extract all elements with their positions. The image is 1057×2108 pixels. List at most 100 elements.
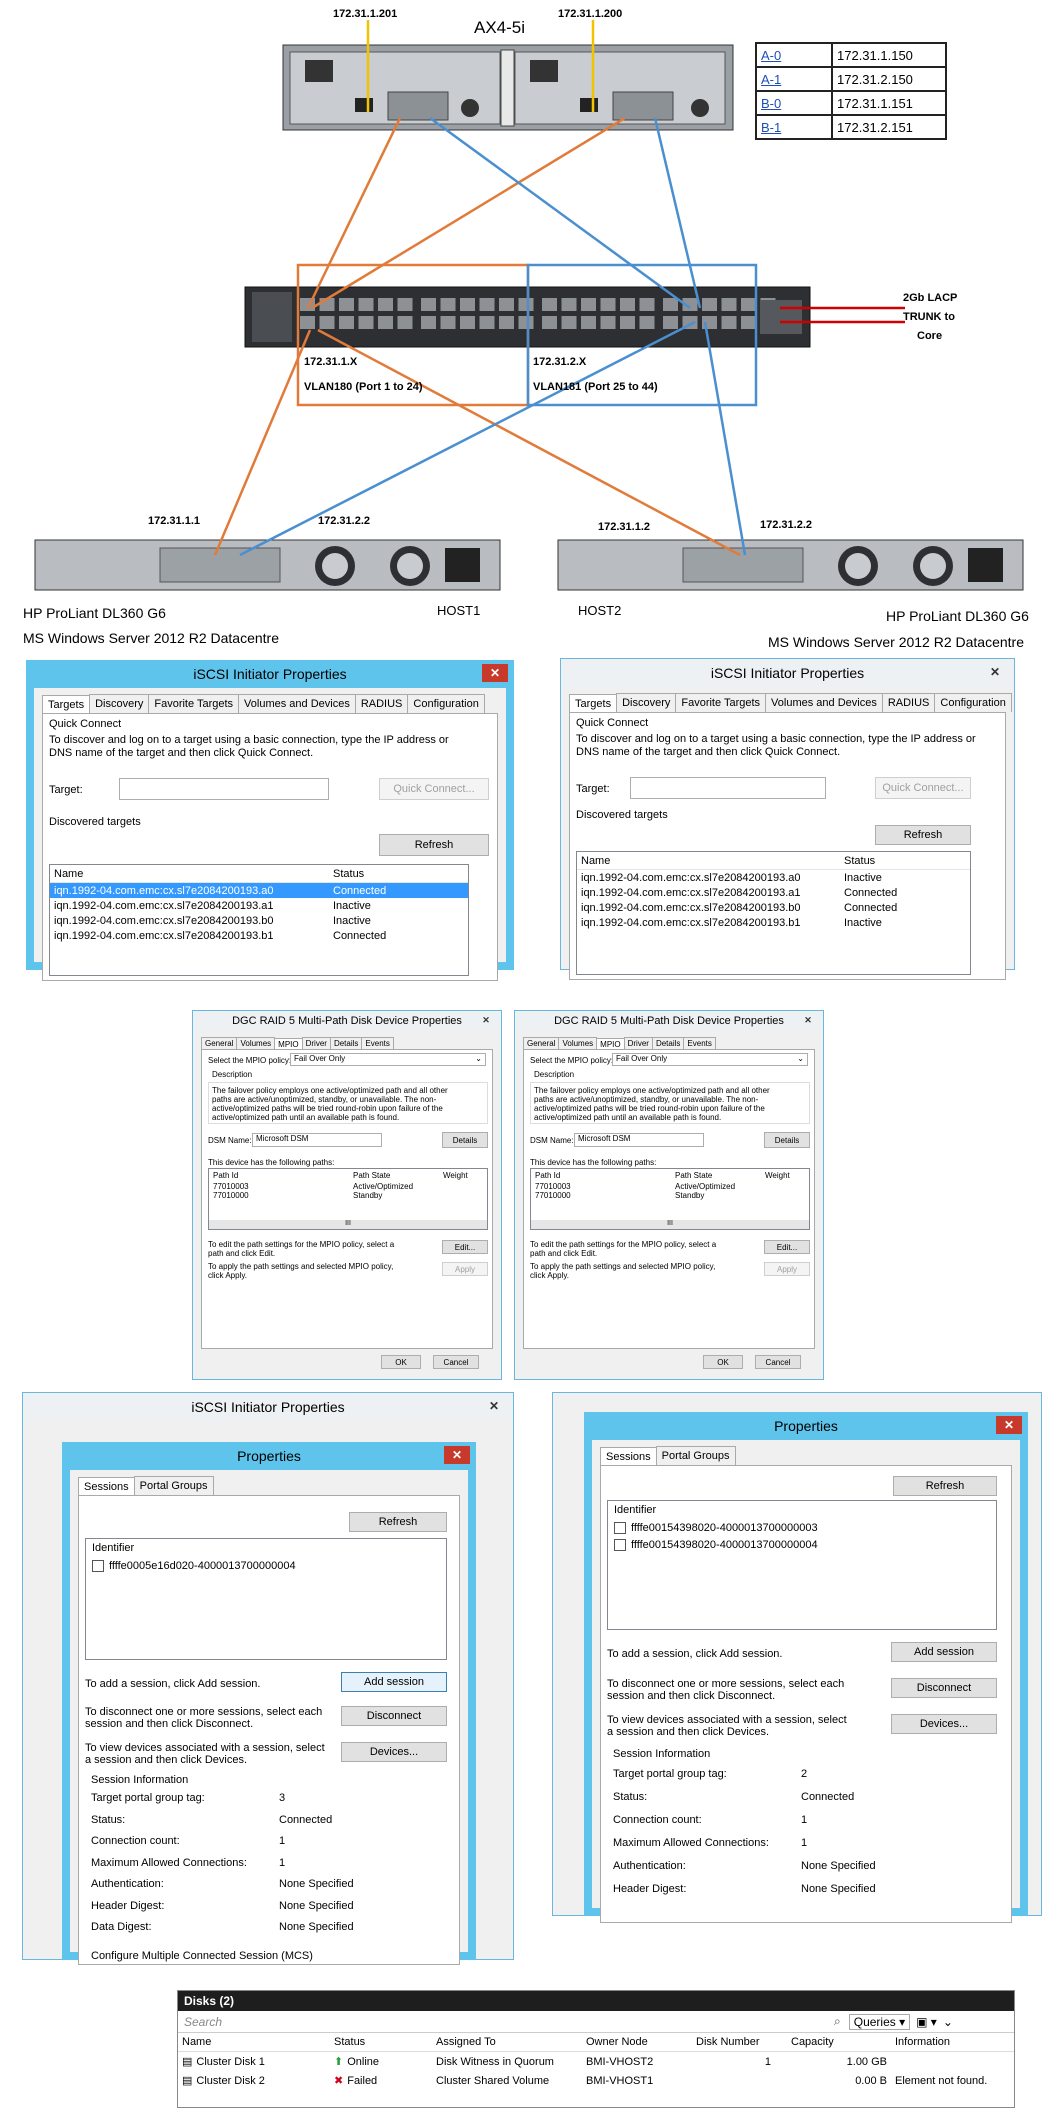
add-session-button[interactable]: Add session [341,1672,447,1692]
close-icon[interactable]: ✕ [996,1416,1022,1434]
devices-button[interactable]: Devices... [891,1714,997,1734]
col-capacity[interactable]: Capacity [791,2036,895,2048]
target-row[interactable]: iqn.1992-04.com.emc:cx.sl7e2084200193.a1… [50,898,468,913]
col-owner-node[interactable]: Owner Node [586,2036,696,2048]
tab-configuration[interactable]: Configuration [407,694,485,713]
trunk-label-1: 2Gb LACP [903,292,958,304]
tab-favorite-targets[interactable]: Favorite Targets [148,694,240,713]
quick-connect-button[interactable]: Quick Connect... [875,777,971,799]
tab-configuration[interactable]: Configuration [934,693,1012,712]
target-row[interactable]: iqn.1992-04.com.emc:cx.sl7e2084200193.a0… [50,883,468,898]
disconnect-button[interactable]: Disconnect [891,1678,997,1698]
switch-port [600,316,616,329]
close-icon[interactable]: ✕ [482,664,508,682]
refresh-button[interactable]: Refresh [379,834,489,856]
close-icon[interactable]: ✕ [799,1013,817,1027]
edit-button[interactable]: Edit... [442,1240,488,1254]
disk-row[interactable]: ▤ Cluster Disk 2 ✖ Failed Cluster Shared Vol… [178,2071,1014,2090]
col-information[interactable]: Information [895,2036,1005,2048]
session-row[interactable]: ffffe00154398020-4000013700000003 [608,1519,996,1536]
session-row[interactable]: ffffe0005e16d020-4000013700000004 [86,1557,446,1574]
cancel-button[interactable]: Cancel [755,1355,801,1369]
tab-volumes-and-devices[interactable]: Volumes and Devices [238,694,356,713]
target-input[interactable] [119,778,329,800]
policy-select[interactable]: Fail Over Only ⌄ [290,1053,486,1066]
tab-events[interactable]: Events [361,1037,394,1049]
tab-general[interactable]: General [523,1037,560,1049]
port-link[interactable]: A-1 [755,66,833,92]
tab-general[interactable]: General [201,1037,238,1049]
close-icon[interactable]: ✕ [477,1013,495,1027]
tab-sessions[interactable]: Sessions [78,1477,135,1496]
path-row[interactable]: 77010000 Standby [531,1191,809,1200]
session-checkbox[interactable] [614,1538,626,1551]
add-session-button[interactable]: Add session [891,1642,997,1662]
tab-favorite-targets[interactable]: Favorite Targets [675,693,767,712]
tab-driver[interactable]: Driver [301,1037,331,1049]
close-icon[interactable]: ✕ [444,1446,470,1464]
search-icon[interactable]: ⌕ [834,2014,841,2029]
horizontal-scrollbar[interactable]: III [209,1220,487,1229]
ok-button[interactable]: OK [381,1355,421,1369]
tab-portal-groups[interactable]: Portal Groups [133,1476,214,1495]
col-disk-number[interactable]: Disk Number [696,2036,791,2048]
port-link[interactable]: B-0 [755,90,833,116]
tab-volumes-and-devices[interactable]: Volumes and Devices [765,693,883,712]
tab-volumes[interactable]: Volumes [236,1037,276,1049]
save-icon[interactable]: ▣ ▾ [916,2015,937,2029]
queries-button[interactable]: Queries ▾ [848,2013,911,2030]
disconnect-button[interactable]: Disconnect [341,1706,447,1726]
tab-discovery[interactable]: Discovery [89,694,150,713]
col-name[interactable]: Name [182,2036,334,2048]
edit-button[interactable]: Edit... [764,1240,810,1254]
tab-bar: Sessions Portal Groups [592,1440,1020,1466]
expand-icon[interactable]: ⌄ [943,2015,953,2029]
col-status[interactable]: Status [334,2036,436,2048]
refresh-button[interactable]: Refresh [893,1476,997,1496]
session-row[interactable]: ffffe00154398020-4000013700000004 [608,1536,996,1553]
target-row[interactable]: iqn.1992-04.com.emc:cx.sl7e2084200193.b1… [577,915,970,930]
tab-targets[interactable]: Targets [42,695,91,714]
target-row[interactable]: iqn.1992-04.com.emc:cx.sl7e2084200193.a1… [577,885,970,900]
horizontal-scrollbar[interactable]: III [531,1220,809,1229]
disk-row[interactable]: ▤ Cluster Disk 1 ⬆ Online Disk Witness in Qu… [178,2052,1014,2071]
target-row[interactable]: iqn.1992-04.com.emc:cx.sl7e2084200193.b0… [50,913,468,928]
target-row[interactable]: iqn.1992-04.com.emc:cx.sl7e2084200193.b0… [577,900,970,915]
close-icon[interactable]: ✕ [481,1397,507,1415]
ok-button[interactable]: OK [703,1355,743,1369]
tab-targets[interactable]: Targets [569,694,618,713]
policy-select[interactable]: Fail Over Only ⌄ [612,1053,808,1066]
col-assigned-to[interactable]: Assigned To [436,2036,586,2048]
tab-radius[interactable]: RADIUS [881,693,936,712]
refresh-button[interactable]: Refresh [349,1512,447,1532]
target-row[interactable]: iqn.1992-04.com.emc:cx.sl7e2084200193.a0… [577,870,970,885]
tab-radius[interactable]: RADIUS [354,694,409,713]
tab-volumes[interactable]: Volumes [558,1037,598,1049]
tab-details[interactable]: Details [651,1037,685,1049]
path-row[interactable]: 77010003 Active/Optimized [531,1182,809,1191]
tab-sessions[interactable]: Sessions [600,1447,657,1466]
tab-driver[interactable]: Driver [623,1037,653,1049]
tab-portal-groups[interactable]: Portal Groups [655,1446,736,1465]
details-button[interactable]: Details [764,1132,810,1148]
tab-discovery[interactable]: Discovery [616,693,677,712]
close-icon[interactable]: ✕ [982,663,1008,681]
tab-details[interactable]: Details [329,1037,363,1049]
port-link[interactable]: A-0 [755,42,833,68]
apply-button[interactable]: Apply [442,1262,488,1276]
quick-connect-button[interactable]: Quick Connect... [379,778,489,800]
apply-button[interactable]: Apply [764,1262,810,1276]
session-checkbox[interactable] [92,1559,104,1572]
devices-button[interactable]: Devices... [341,1742,447,1762]
target-input[interactable] [630,777,826,799]
cancel-button[interactable]: Cancel [433,1355,479,1369]
refresh-button[interactable]: Refresh [875,825,971,845]
path-row[interactable]: 77010000 Standby [209,1191,487,1200]
details-button[interactable]: Details [442,1132,488,1148]
session-checkbox[interactable] [614,1521,626,1534]
path-row[interactable]: 77010003 Active/Optimized [209,1182,487,1191]
target-row[interactable]: iqn.1992-04.com.emc:cx.sl7e2084200193.b1… [50,928,468,943]
port-link[interactable]: B-1 [755,114,833,140]
search-input[interactable]: Search [184,2015,834,2029]
tab-events[interactable]: Events [683,1037,716,1049]
